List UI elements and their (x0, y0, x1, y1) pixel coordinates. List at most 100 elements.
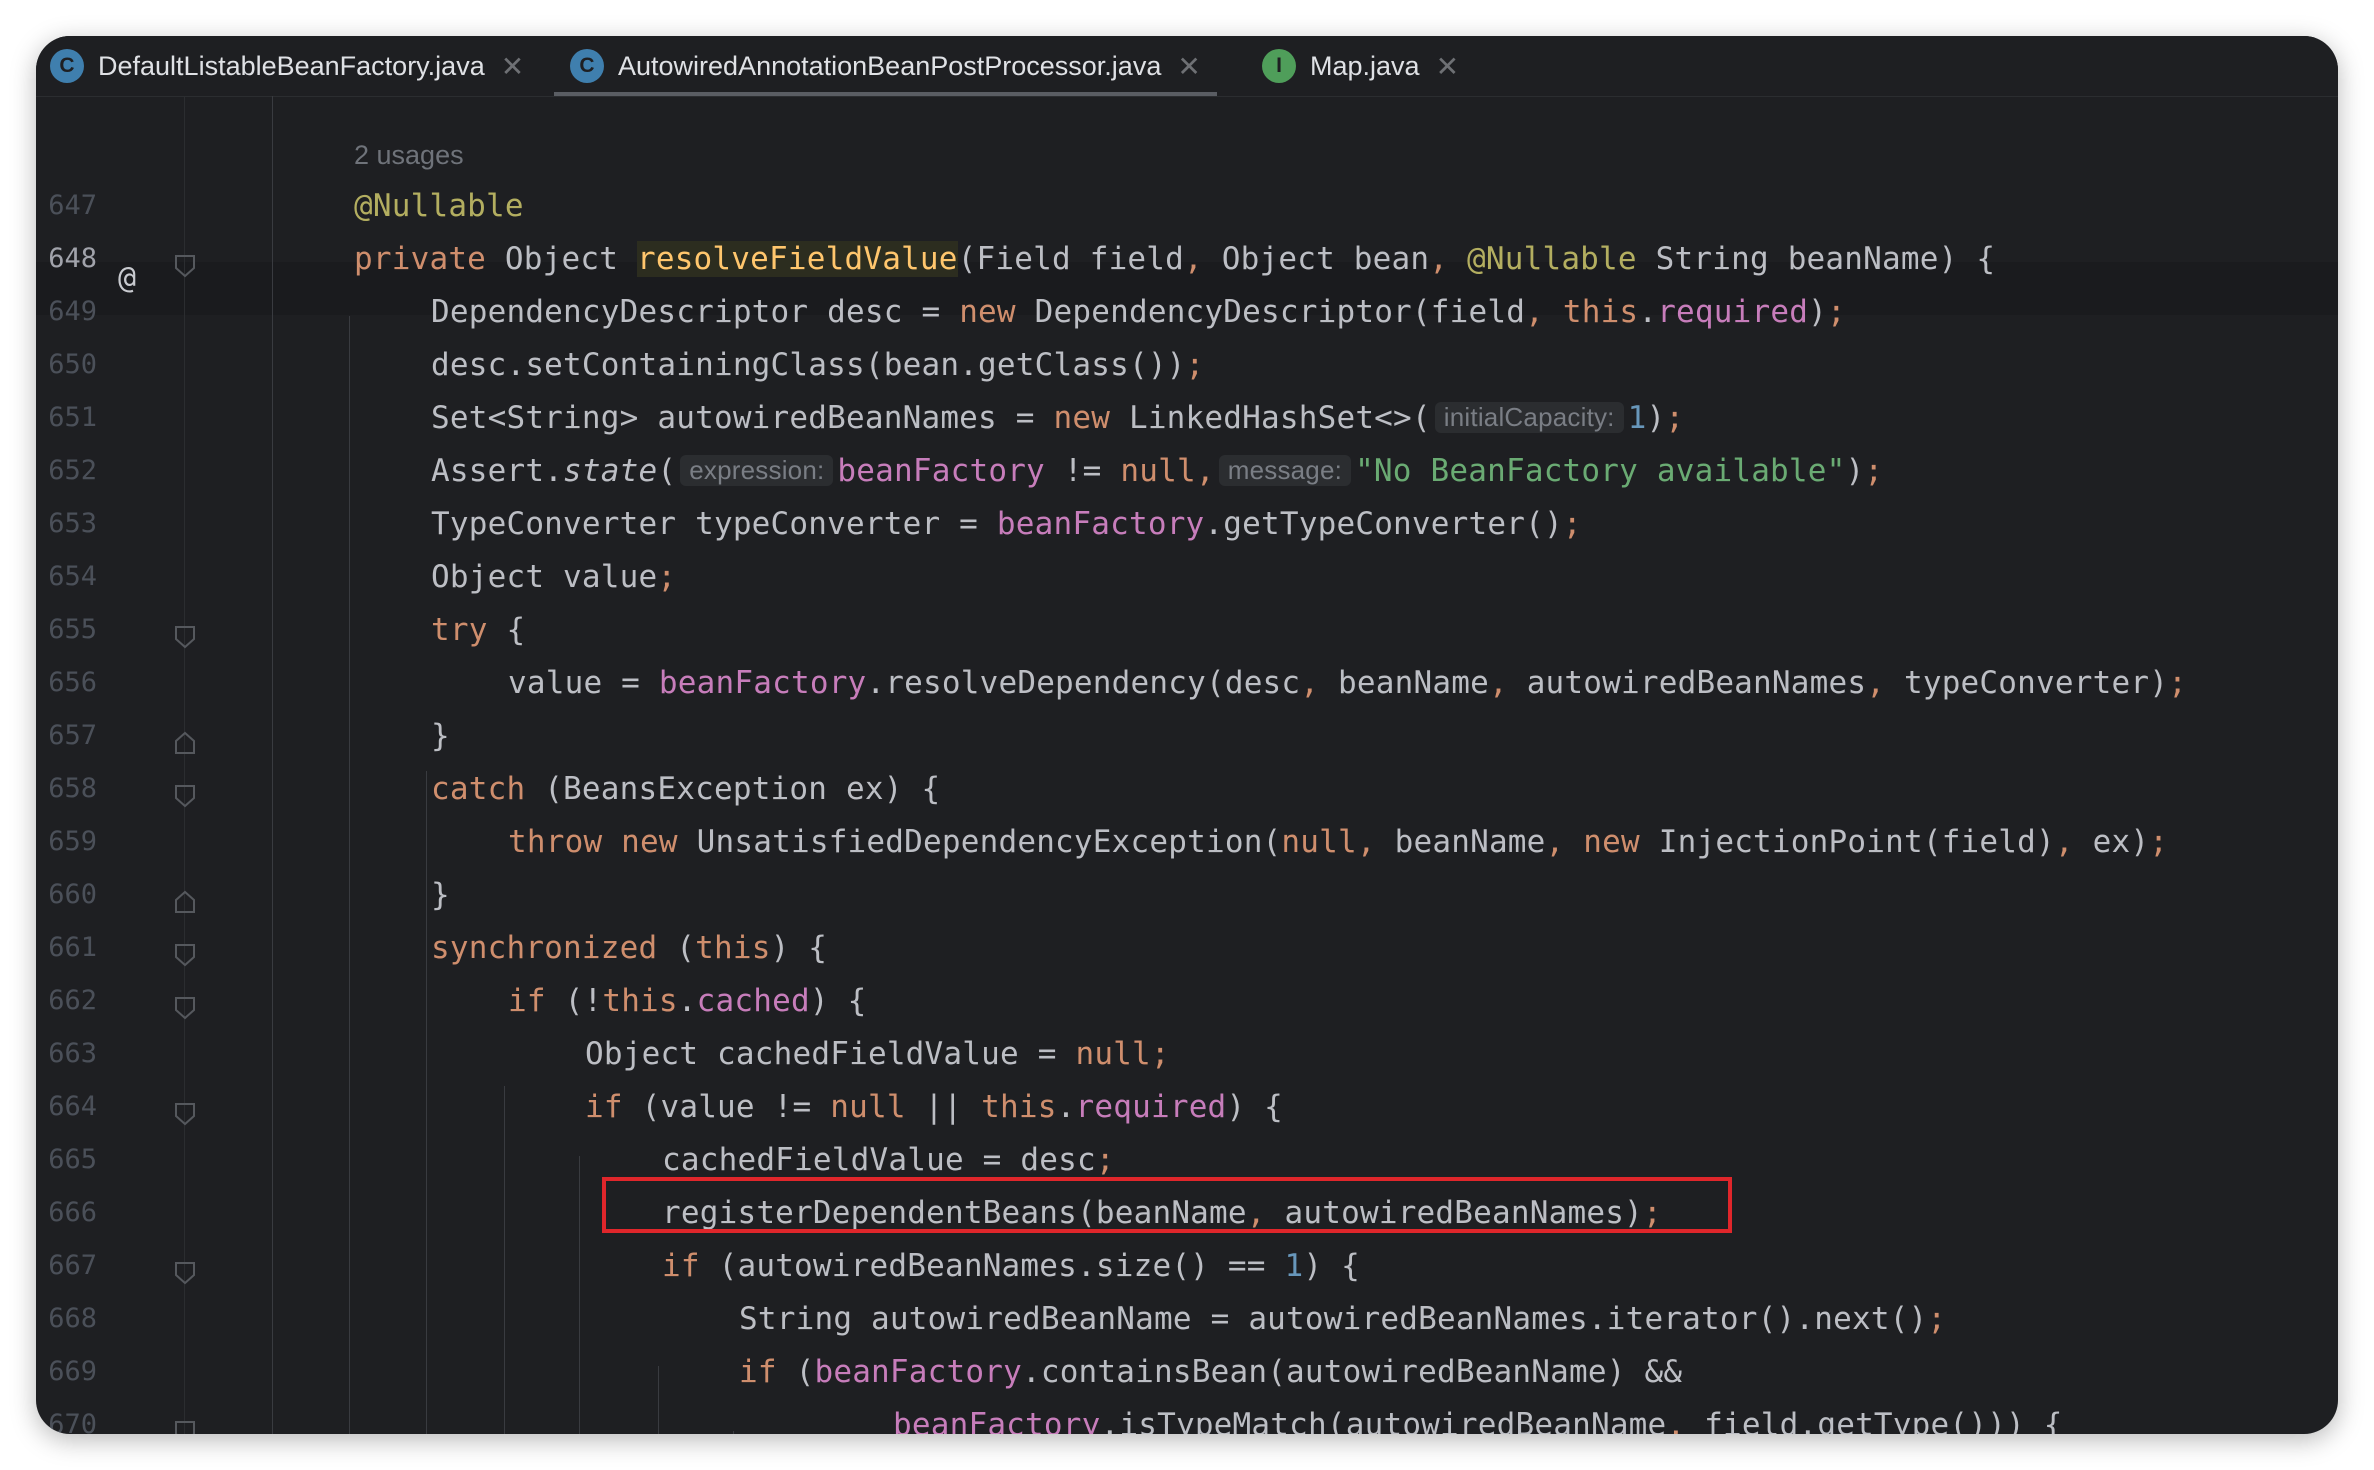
keyword: null (1120, 453, 1196, 489)
close-icon[interactable]: ✕ (1436, 50, 1459, 83)
override-marker-icon[interactable]: @ (118, 261, 136, 296)
indent-guide (272, 96, 273, 1434)
fold-end-icon[interactable] (174, 730, 196, 756)
code-text: ) (1646, 400, 1666, 436)
punctuation: ; (1927, 1301, 1947, 1337)
punctuation: , (2054, 824, 2093, 860)
code-line-660[interactable]: } (431, 877, 450, 913)
indent-guide (504, 1086, 505, 1434)
fold-start-icon[interactable] (174, 995, 196, 1021)
code-text: Object bean (1221, 241, 1430, 277)
field: beanFactory (837, 453, 1045, 489)
line-number: 666 (48, 1197, 97, 1228)
code-line-656[interactable]: value = beanFactory.resolveDependency(de… (508, 665, 2187, 701)
code-line-657[interactable]: } (431, 718, 450, 754)
code-text: ) { (1226, 1089, 1284, 1125)
punctuation: , (1184, 241, 1222, 277)
keyword: this (695, 930, 771, 966)
line-number: 649 (48, 296, 97, 327)
code-line-669[interactable]: if (beanFactory.containsBean(autowiredBe… (739, 1354, 1682, 1390)
code-line-658[interactable]: catch (BeansException ex) { (431, 771, 940, 807)
indent-guide (349, 316, 350, 1434)
code-text: (Field field (957, 241, 1185, 277)
code-line-668[interactable]: String autowiredBeanName = autowiredBean… (739, 1301, 1946, 1337)
code-text: ) { (1303, 1248, 1360, 1284)
line-number: 653 (48, 508, 97, 539)
code-text: beanName (1338, 665, 1489, 701)
keyword: private (354, 241, 487, 277)
code-text: . (677, 983, 697, 1019)
code-text: .containsBean(autowiredBeanName) && (1021, 1354, 1683, 1390)
usages-hint[interactable]: 2 usages (354, 140, 464, 171)
code-line-667[interactable]: if (autowiredBeanNames.size() == 1) { (662, 1248, 1360, 1284)
code-text: Assert. (431, 453, 564, 489)
code-text: (BeansException ex) { (525, 771, 941, 807)
keyword: if (508, 983, 546, 1019)
fold-start-icon[interactable] (174, 1101, 196, 1127)
line-number: 661 (48, 932, 97, 963)
code-text: .getTypeConverter() (1204, 506, 1563, 542)
code-line-653[interactable]: TypeConverter typeConverter = beanFactor… (431, 506, 1582, 542)
line-number: 670 (48, 1409, 97, 1434)
code-line-661[interactable]: synchronized (this) { (431, 930, 827, 966)
code-text: . (1638, 294, 1658, 330)
code-line-650[interactable]: desc.setContainingClass(bean.getClass())… (431, 347, 1204, 383)
code-line-665[interactable]: cachedFieldValue = desc; (662, 1142, 1115, 1178)
punctuation: , (1666, 1407, 1705, 1434)
code-line-664[interactable]: if (value != null || this.required) { (585, 1089, 1283, 1125)
code-line-663[interactable]: Object cachedFieldValue = null; (585, 1036, 1170, 1072)
interface-icon: I (1262, 49, 1296, 83)
code-text: UnsatisfiedDependencyException( (677, 824, 1282, 860)
fold-end-icon[interactable] (174, 889, 196, 915)
keyword: synchronized (431, 930, 658, 966)
code-line-670[interactable]: beanFactory.isTypeMatch(autowiredBeanNam… (893, 1407, 2063, 1434)
code-line-648[interactable]: private Object resolveFieldValue(Field f… (354, 241, 1995, 277)
line-number: 658 (48, 773, 97, 804)
code-editor[interactable]: 2 usages 647 648 649 650 651 652 653 654… (36, 96, 2338, 1434)
code-text: autowiredBeanNames (1526, 665, 1867, 701)
code-line-654[interactable]: Object value; (431, 559, 676, 595)
close-icon[interactable]: ✕ (1177, 50, 1200, 83)
tab-autowired-annotation-bean-post-processor[interactable]: C AutowiredAnnotationBeanPostProcessor.j… (554, 36, 1217, 96)
code-text: ) { (770, 930, 828, 966)
tab-map[interactable]: I Map.java ✕ (1262, 36, 1459, 96)
code-text: typeConverter) (1903, 665, 2169, 701)
line-number: 663 (48, 1038, 97, 1069)
fold-start-icon[interactable] (174, 783, 196, 809)
code-text: (autowiredBeanNames.size() == (699, 1248, 1285, 1284)
keyword: null (830, 1089, 906, 1125)
keyword: this (602, 983, 678, 1019)
code-line-651[interactable]: Set<String> autowiredBeanNames = new Lin… (431, 400, 1684, 436)
field: beanFactory (814, 1354, 1022, 1390)
close-icon[interactable]: ✕ (501, 50, 524, 83)
code-text: ( (657, 930, 696, 966)
fold-start-icon[interactable] (174, 624, 196, 650)
fold-start-icon[interactable] (174, 1260, 196, 1286)
indent-guide (733, 1431, 734, 1434)
line-number: 669 (48, 1356, 97, 1387)
fold-start-icon[interactable] (174, 942, 196, 968)
tab-default-listable-bean-factory[interactable]: C DefaultListableBeanFactory.java ✕ (50, 36, 524, 96)
code-line-655[interactable]: try { (431, 612, 525, 648)
punctuation: ; (1562, 506, 1582, 542)
code-line-659[interactable]: throw new UnsatisfiedDependencyException… (508, 824, 2168, 860)
punctuation: ; (1665, 400, 1685, 436)
code-line-652[interactable]: Assert.state(expression: beanFactory != n… (431, 453, 1883, 489)
code-line-649[interactable]: DependencyDescriptor desc = new Dependen… (431, 294, 1846, 330)
line-number: 660 (48, 879, 97, 910)
fold-start-icon[interactable] (174, 1419, 196, 1434)
fold-start-icon[interactable] (174, 253, 196, 279)
code-text: field.getType())) { (1704, 1407, 2063, 1434)
field: beanFactory (658, 665, 867, 701)
line-number: 647 (48, 190, 97, 221)
string-literal: "No BeanFactory available" (1355, 453, 1846, 489)
code-text: InjectionPoint(field) (1639, 824, 2055, 860)
punctuation: , (1525, 294, 1563, 330)
field: cached (696, 983, 810, 1019)
code-line-647[interactable]: @Nullable (354, 188, 524, 224)
annotation: @Nullable (354, 188, 524, 224)
line-number: 667 (48, 1250, 97, 1281)
ide-editor-window: C DefaultListableBeanFactory.java ✕ C Au… (36, 36, 2338, 1434)
field: required (1075, 1089, 1227, 1125)
code-line-662[interactable]: if (!this.cached) { (508, 983, 866, 1019)
